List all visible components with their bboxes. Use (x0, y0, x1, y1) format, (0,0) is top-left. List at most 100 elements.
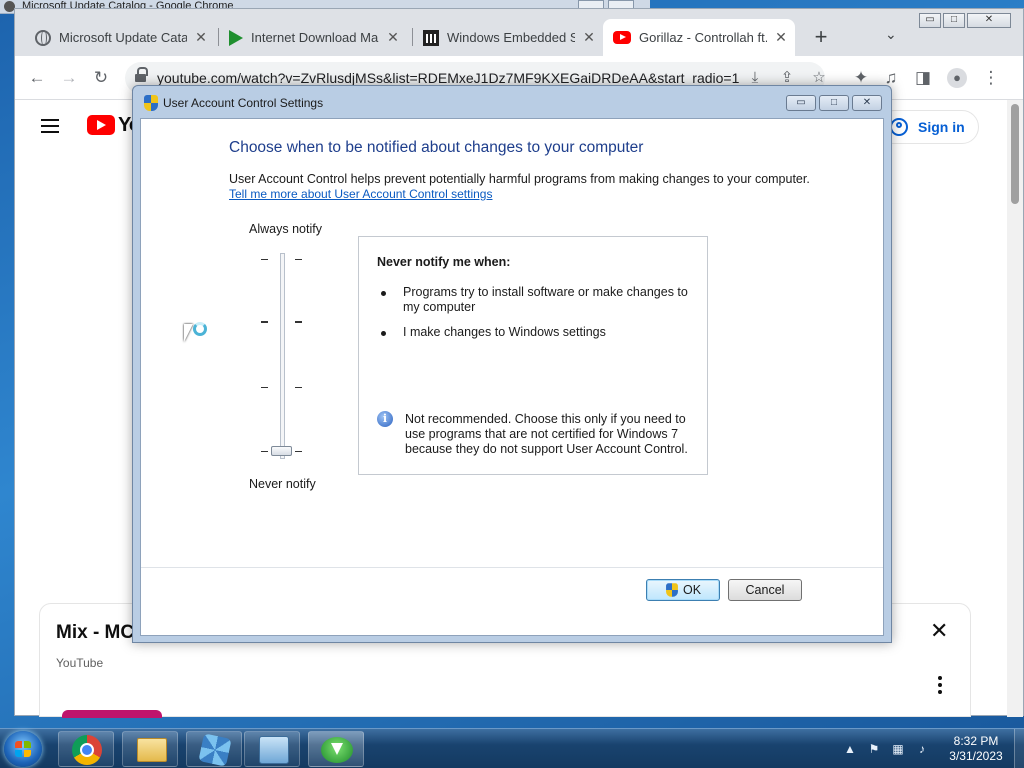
taskbar-explorer[interactable] (122, 731, 178, 767)
taskbar-control-panel[interactable] (244, 731, 300, 767)
idm-icon (229, 29, 243, 46)
close-button[interactable]: ✕ (852, 95, 882, 111)
youtube-icon (613, 31, 631, 44)
always-notify-label: Always notify (249, 222, 322, 236)
busy-cursor-icon (184, 322, 214, 348)
tab-close-icon[interactable]: ✕ (193, 29, 209, 46)
dialog-titlebar[interactable]: User Account Control Settings ▭ □ ✕ (133, 86, 891, 118)
tab-search-chevron-icon[interactable]: ⌄ (885, 26, 897, 43)
bullet-icon (381, 291, 386, 296)
description-text: User Account Control helps prevent poten… (229, 172, 810, 186)
tab-gorillaz-youtube[interactable]: Gorillaz - Controllah ft. MC Bin ✕ (603, 19, 795, 56)
tab-title: Internet Download Manager (251, 30, 379, 45)
slider-thumb[interactable] (271, 446, 292, 456)
taskbar-settings[interactable] (186, 731, 242, 767)
tab-microsoft-update-catalog[interactable]: Microsoft Update Catalog ✕ (25, 19, 217, 56)
level-description-box: Never notify me when: Programs try to in… (358, 236, 708, 475)
mix-subtitle[interactable]: YouTube (56, 656, 103, 670)
dialog-title: User Account Control Settings (163, 96, 324, 110)
minimize-button[interactable]: ▭ (786, 95, 816, 111)
scrollbar-thumb[interactable] (1011, 104, 1019, 204)
bullet-item: I make changes to Windows settings (403, 325, 606, 339)
network-icon[interactable]: ▦ (890, 741, 906, 757)
action-center-flag-icon[interactable]: ⚑ (866, 741, 882, 757)
divider (141, 567, 883, 568)
learn-more-link[interactable]: Tell me more about User Account Control … (229, 187, 492, 201)
globe-icon (35, 29, 51, 46)
show-hidden-icons-chevron-icon[interactable]: ▲ (842, 741, 858, 757)
notify-level-slider[interactable] (280, 253, 285, 459)
cancel-button[interactable]: Cancel (728, 579, 802, 601)
close-button[interactable]: ✕ (967, 13, 1011, 28)
tab-strip: Microsoft Update Catalog ✕ Internet Down… (15, 9, 1023, 56)
tab-close-icon[interactable]: ✕ (773, 29, 789, 46)
new-tab-button[interactable]: + (807, 24, 835, 50)
hamburger-menu-icon[interactable] (41, 119, 59, 133)
dialog-content: Choose when to be notified about changes… (140, 118, 884, 636)
control-panel-icon (259, 736, 289, 764)
slider-tick (261, 321, 268, 323)
user-icon (890, 118, 908, 136)
forward-arrow-icon[interactable]: → (59, 68, 79, 88)
url-text[interactable]: youtube.com/watch?v=ZvRlusdjMSs&list=RDE… (157, 70, 739, 86)
slider-tick (261, 451, 268, 452)
museum-icon (423, 29, 439, 46)
ok-label: OK (682, 583, 702, 597)
system-tray: ▲ ⚑ ▦ ♪ 8:32 PM 3/31/2023 (840, 729, 1024, 768)
uac-shield-icon (666, 583, 678, 597)
tab-windows-embedded[interactable]: Windows Embedded Standard 7 ✕ (413, 19, 605, 56)
more-options-icon[interactable] (938, 676, 942, 694)
sign-in-label: Sign in (918, 119, 965, 135)
show-desktop-button[interactable] (1014, 729, 1024, 768)
slider-tick (261, 387, 268, 388)
taskbar-idm[interactable] (308, 731, 364, 767)
bullet-icon (381, 331, 386, 336)
info-icon: i (377, 411, 393, 427)
clock-time: 8:32 PM (953, 734, 999, 748)
page-title: Choose when to be notified about changes… (229, 139, 644, 156)
tab-title: Windows Embedded Standard 7 (447, 30, 575, 45)
back-arrow-icon[interactable]: ← (27, 68, 47, 88)
sign-in-button[interactable]: Sign in (877, 110, 979, 144)
never-notify-label: Never notify (249, 477, 316, 491)
profile-avatar-icon[interactable]: ● (947, 68, 967, 88)
tab-close-icon[interactable]: ✕ (385, 29, 401, 46)
mix-title: Mix - MC (56, 622, 135, 643)
taskbar: ▲ ⚑ ▦ ♪ 8:32 PM 3/31/2023 (0, 728, 1024, 768)
slider-tick (295, 387, 302, 388)
side-panel-icon[interactable]: ◨ (913, 68, 933, 88)
slider-tick (295, 321, 302, 323)
settings-gear-icon (198, 733, 232, 767)
menu-kebab-icon[interactable]: ⋮ (981, 68, 1001, 88)
page-scrollbar[interactable] (1007, 100, 1023, 717)
maximize-button[interactable]: □ (819, 95, 849, 111)
uac-settings-dialog: User Account Control Settings ▭ □ ✕ Choo… (132, 85, 892, 643)
cancel-label: Cancel (745, 583, 785, 597)
clock[interactable]: 8:32 PM 3/31/2023 (940, 734, 1012, 764)
slider-tick (295, 451, 302, 452)
reload-icon[interactable]: ↻ (91, 68, 111, 88)
clock-date: 3/31/2023 (949, 749, 1003, 763)
explorer-folder-icon (137, 738, 167, 762)
idm-icon (321, 737, 353, 763)
taskbar-chrome[interactable] (58, 731, 114, 767)
tab-title: Microsoft Update Catalog (59, 30, 187, 45)
slider-tick (295, 259, 302, 260)
tab-close-icon[interactable]: ✕ (581, 29, 597, 46)
chrome-icon (72, 735, 102, 765)
start-button[interactable] (4, 731, 42, 767)
info-heading: Never notify me when: (377, 255, 511, 269)
tab-internet-download-manager[interactable]: Internet Download Manager ✕ (219, 19, 411, 56)
warning-note: Not recommended. Choose this only if you… (405, 412, 688, 456)
ok-button[interactable]: OK (646, 579, 720, 601)
close-icon[interactable]: ✕ (930, 618, 948, 644)
playlist-item-thumbnail[interactable] (62, 710, 162, 718)
tab-title: Gorillaz - Controllah ft. MC Bin (639, 30, 767, 45)
restore-button[interactable]: □ (943, 13, 965, 28)
volume-muted-icon[interactable]: ♪ (914, 741, 930, 757)
lock-icon[interactable] (135, 67, 148, 83)
uac-shield-icon (144, 95, 158, 111)
minimize-button[interactable]: ▭ (919, 13, 941, 28)
slider-tick (261, 259, 268, 260)
youtube-logo-icon[interactable] (87, 115, 115, 135)
